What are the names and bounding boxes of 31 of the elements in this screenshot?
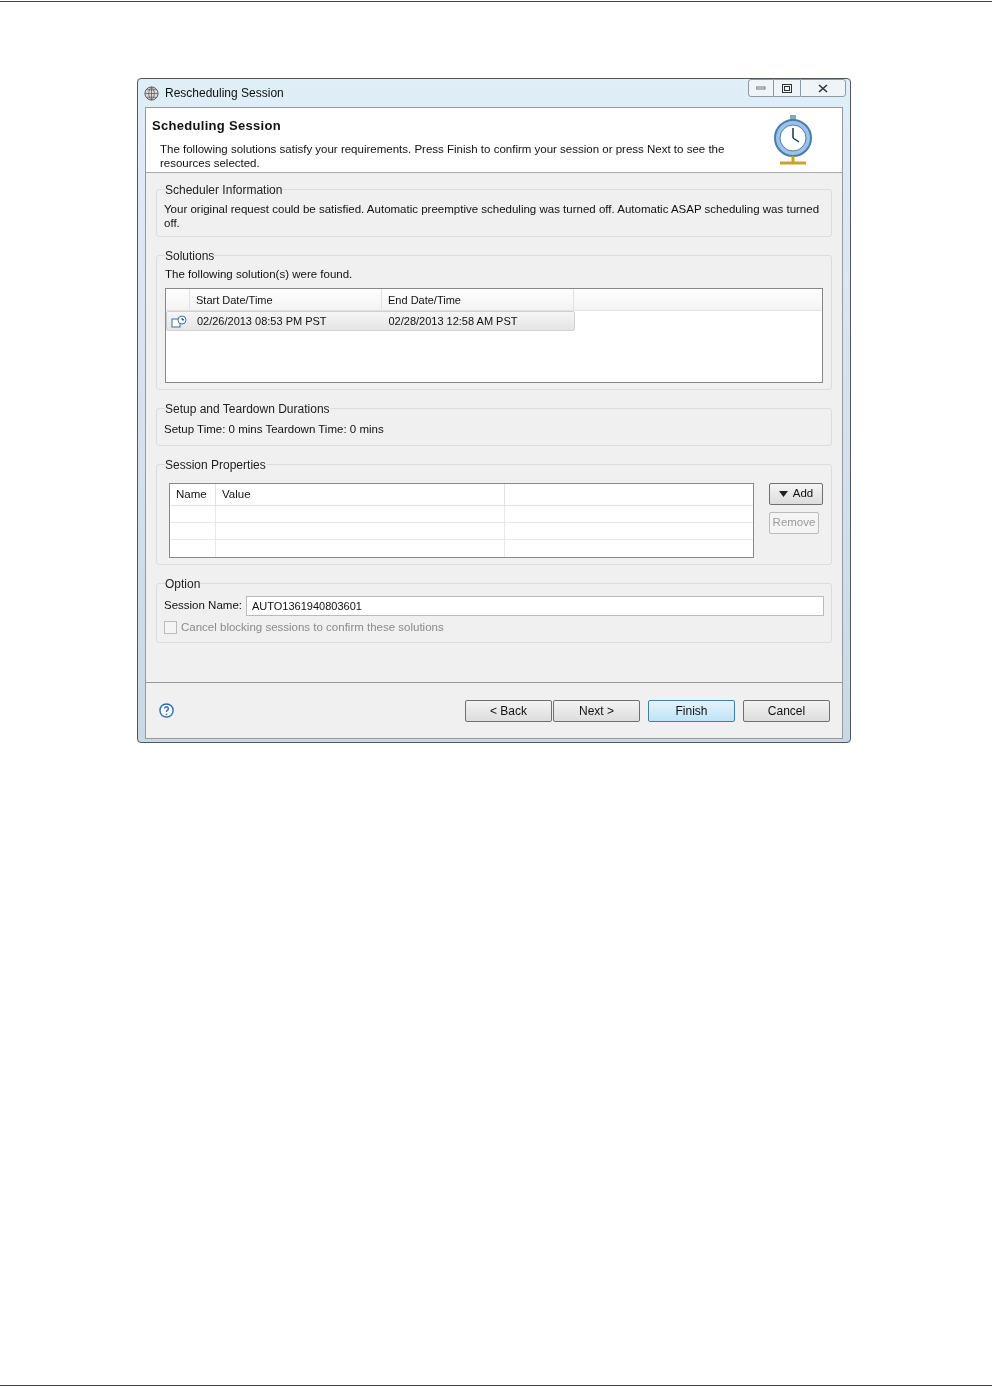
dialog-button[interactable]: < Back xyxy=(465,699,552,722)
stopwatch-icon xyxy=(772,114,814,166)
maximize-button[interactable] xyxy=(774,79,800,97)
caret-icon xyxy=(778,490,788,497)
add-dropdown-button[interactable]: Add xyxy=(769,482,823,505)
solution-row[interactable]: 02/26/2013 08:53 PM PST 02/28/2013 12:58 AM PST xyxy=(166,311,575,332)
scheduler-info-text: Your original request could be satisfied. Automatic preemptive scheduling was turned off. Automatic ASAP scheduling was turned off. xyxy=(164,202,821,230)
calendar-clock-icon xyxy=(170,314,187,328)
close-icon xyxy=(818,83,828,93)
minimize-icon xyxy=(756,86,766,90)
table-cell-text: 02/26/2013 08:53 PM PST xyxy=(195,314,328,329)
close-button[interactable] xyxy=(800,79,846,97)
session-name-label: Session Name: xyxy=(164,597,242,613)
dialog-button[interactable]: Cancel xyxy=(743,699,830,722)
session-name-field[interactable]: AUTO1361940803601 xyxy=(246,595,824,616)
table-cell-text: 02/28/2013 12:58 AM PST xyxy=(387,314,519,329)
page-description: The following solutions satisfy your requirements. Press Finish to confirm your session or press Next to see the resources selected. xyxy=(159,141,726,170)
column-header[interactable]: Name xyxy=(170,483,216,506)
window-title: Rescheduling Session xyxy=(165,85,284,102)
checkbox-label: Cancel blocking sessions to confirm these solutions xyxy=(181,619,444,635)
column-header[interactable]: Value xyxy=(216,483,505,506)
maximize-icon xyxy=(782,83,792,93)
dialog-button[interactable]: Finish xyxy=(648,699,735,722)
column-header[interactable]: Start Date/Time xyxy=(190,289,382,311)
page-title: Scheduling Session xyxy=(152,117,282,135)
column-header[interactable]: End Date/Time xyxy=(382,289,574,311)
solutions-text: The following solution(s) were found. xyxy=(165,267,354,282)
durations-text: Setup Time: 0 mins Teardown Time: 0 mins xyxy=(164,422,385,438)
dialog-button[interactable]: Next > xyxy=(553,699,640,722)
globe-icon xyxy=(144,85,159,101)
help-icon[interactable] xyxy=(159,703,174,718)
